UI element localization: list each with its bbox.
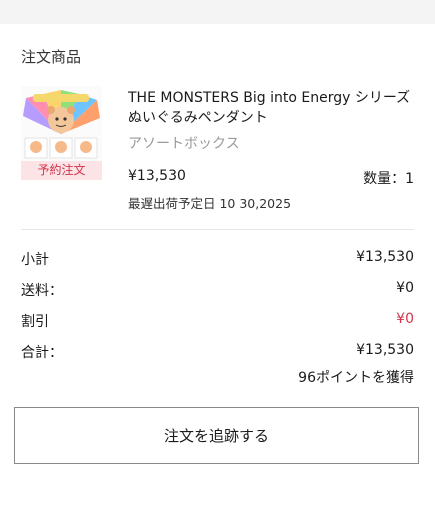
- top-separator: [0, 0, 435, 24]
- subtotal-label: 小計: [21, 252, 49, 268]
- divider: [21, 229, 414, 230]
- shipping-value: ¥0: [396, 280, 414, 296]
- product-name[interactable]: THE MONSTERS Big into Energy シリーズ ぬいぐるみペ…: [128, 88, 418, 128]
- track-order-button[interactable]: 注文を追跡する: [14, 407, 419, 464]
- product-variant: アソートボックス: [128, 136, 240, 152]
- product-quantity: 数量：1: [363, 171, 414, 187]
- total-label: 合計：: [21, 345, 63, 361]
- ship-date: 最遅出荷予定日 10 30,2025: [128, 196, 292, 211]
- total-value: ¥13,530: [356, 342, 414, 358]
- points-earned: 96ポイントを獲得: [298, 370, 414, 386]
- product-image[interactable]: 予約注文: [21, 86, 102, 180]
- discount-label: 割引: [21, 314, 49, 330]
- section-title: 注文商品: [21, 48, 82, 66]
- shipping-label: 送料：: [21, 283, 63, 299]
- discount-value: ¥0: [396, 311, 414, 327]
- subtotal-value: ¥13,530: [356, 249, 414, 265]
- product-price: ¥13,530: [128, 168, 186, 184]
- preorder-badge: 予約注文: [21, 161, 102, 180]
